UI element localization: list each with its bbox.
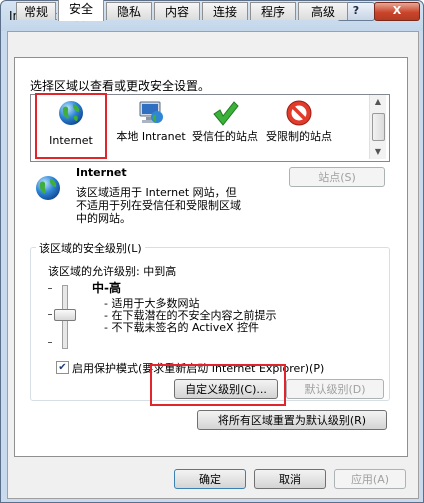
highlight-internet-zone bbox=[35, 93, 107, 159]
zone-restricted-sites[interactable]: 受限制的站点 bbox=[263, 95, 335, 159]
scroll-thumb[interactable] bbox=[372, 113, 385, 141]
zone-trusted-sites[interactable]: 受信任的站点 bbox=[189, 95, 261, 159]
zone-label: 本地 Intranet bbox=[116, 130, 186, 143]
tab-programs[interactable]: 程序 bbox=[250, 2, 296, 20]
zone-list-scrollbar[interactable]: ▲ ▼ bbox=[369, 95, 386, 159]
security-level-group-title: 该区域的安全级别(L) bbox=[36, 240, 145, 256]
zone-description-line: 中的网站。 bbox=[76, 212, 131, 225]
highlight-custom-level bbox=[150, 364, 286, 406]
level-bullet: - 不下载未签名的 ActiveX 控件 bbox=[104, 321, 260, 334]
zone-local-intranet[interactable]: 本地 Intranet bbox=[115, 95, 187, 159]
tab-privacy[interactable]: 隐私 bbox=[106, 2, 152, 20]
close-button[interactable]: X bbox=[374, 2, 420, 21]
tab-security[interactable]: 安全 bbox=[58, 0, 104, 21]
default-level-button[interactable]: 默认级别(D) bbox=[286, 379, 384, 399]
security-level-name: 中-高 bbox=[92, 281, 121, 295]
selected-zone-name: Internet bbox=[76, 166, 127, 179]
checkmark-icon bbox=[213, 101, 239, 126]
scroll-down-arrow-icon[interactable]: ▼ bbox=[370, 145, 386, 159]
allowed-levels-text: 该区域的允许级别: 中到高 bbox=[48, 265, 177, 278]
restricted-icon bbox=[286, 100, 312, 126]
slider-tick bbox=[48, 314, 52, 315]
zone-label: 受限制的站点 bbox=[266, 130, 332, 143]
sites-button[interactable]: 站点(S) bbox=[289, 167, 385, 187]
scroll-up-arrow-icon[interactable]: ▲ bbox=[370, 95, 386, 109]
ok-button[interactable]: 确定 bbox=[174, 469, 246, 489]
security-level-slider-thumb[interactable] bbox=[54, 309, 76, 321]
cancel-button[interactable]: 取消 bbox=[254, 469, 326, 489]
tab-connections[interactable]: 连接 bbox=[202, 2, 248, 20]
protected-mode-checkbox[interactable]: ✔ bbox=[56, 361, 69, 374]
globe-icon bbox=[36, 176, 60, 200]
reset-all-zones-button[interactable]: 将所有区域重置为默认级别(R) bbox=[197, 410, 387, 430]
apply-button[interactable]: 应用(A) bbox=[334, 469, 406, 489]
tab-advanced[interactable]: 高级 bbox=[298, 2, 348, 20]
intranet-icon bbox=[139, 101, 163, 123]
tab-content[interactable]: 内容 bbox=[154, 2, 200, 20]
tab-general[interactable]: 常规 bbox=[16, 2, 56, 20]
zone-label: 受信任的站点 bbox=[192, 130, 258, 143]
zone-instruction: 选择区域以查看或更改安全设置。 bbox=[30, 79, 211, 93]
slider-tick bbox=[48, 342, 52, 343]
slider-tick bbox=[48, 288, 52, 289]
